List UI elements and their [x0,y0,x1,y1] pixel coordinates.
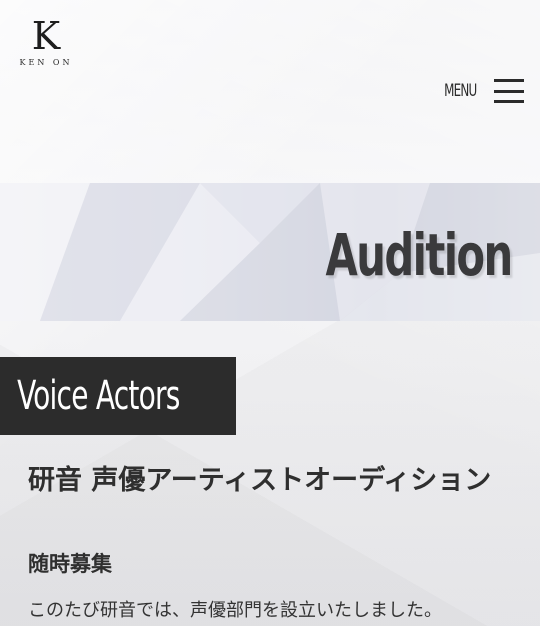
logo-mark: K [31,14,61,58]
menu-button[interactable]: MENU [435,74,524,108]
section-label: Voice Actors [0,357,236,435]
hamburger-icon [494,79,524,103]
article-body: このたび研音では、声優部門を設立いたしました。 [28,600,442,621]
article-title: 研音 声優アーティストオーディション [28,465,492,496]
logo-text: KEN ON [19,58,73,67]
menu-label: MENU [443,81,477,101]
article-subtitle: 随時募集 [28,552,112,576]
page-title: Audition [325,221,514,289]
page-banner: Audition [0,183,540,321]
section-label-text: Voice Actors [17,373,180,419]
site-logo[interactable]: K KEN ON [15,16,77,67]
